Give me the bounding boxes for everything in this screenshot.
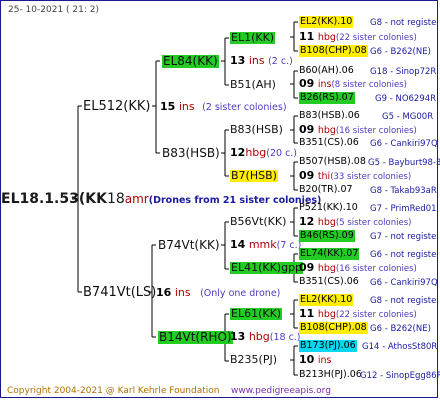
gen4-info-6: G5 - Bayburt98-3: [368, 158, 440, 168]
gen3-stat-0: 11 hbg(22 sister colonies): [299, 30, 417, 44]
gen3-stat-1: 09 ins(8 sister colonies): [299, 77, 407, 91]
connector-gen1-top: [152, 60, 160, 154]
gen2-node-1: B83(HSB): [162, 146, 220, 160]
gen4-info-12: G8 - not registe: [370, 296, 437, 306]
gen4-info-9: G7 - not registe: [370, 232, 437, 242]
gen4-node-7: B20(TR).07: [299, 184, 353, 195]
gen2-stat-3: 13 hbg(18 c.): [230, 330, 301, 344]
connector-gen3-3: [290, 115, 298, 144]
gen3-node-0: EL1(KK): [230, 31, 276, 44]
gen4-node-4: B83(HSB).06: [299, 110, 360, 121]
gen4-node-3: B26(RS).07: [299, 92, 355, 104]
gen4-info-10: G6 - not registe: [370, 250, 437, 260]
gen4-info-7: G8 - Takab93aR: [370, 186, 437, 196]
gen1-node-1: B741Vt(LS): [83, 285, 157, 300]
connector-gen2-b: [221, 129, 229, 177]
gen1-stat-0: 15 ins (2 sister colonies): [160, 100, 287, 114]
gen4-node-2: B60(AH).06: [299, 65, 354, 76]
gen4-info-1: G6 - B262(NE): [370, 47, 431, 57]
gen1-stat-1: 16 ins (Only one drone): [156, 286, 281, 300]
connector-gen2-c: [221, 221, 229, 270]
root-label: EL18.1.53(KK: [1, 191, 107, 207]
copyright: Copyright 2004-2021 @ Karl Kehrle Founda…: [7, 386, 220, 396]
pedigree-diagram: 25- 10-2021 ( 21: 2) EL18.1.53(KK18amr(D…: [0, 0, 440, 400]
gen2-node-3: B14Vt(RHO): [158, 330, 233, 344]
gen1-node-0: EL512(KK): [83, 99, 151, 114]
gen3-node-3: B7(HSB): [230, 169, 278, 182]
gen2-stat-0: 13 ins (2 c.): [230, 54, 293, 68]
root-node: EL18.1.53(KK18amr(Drones from 21 sister …: [1, 191, 321, 209]
date-header: 25- 10-2021 ( 21: 2): [8, 5, 99, 15]
gen2-stat-2: 14 mmk(7 c.): [230, 238, 302, 252]
root-info: (Drones from 21 sister colonies): [148, 195, 322, 206]
gen3-node-1: B51(AH): [230, 78, 276, 91]
connector-gen2-a: [221, 37, 229, 86]
gen2-stat-1: 12hbg(20 c.): [230, 146, 298, 160]
gen3-stat-2: 09 hbg(16 sister colonies): [299, 123, 417, 137]
gen3-node-2: B83(HSB): [230, 123, 283, 136]
gen4-node-14: B173(PJ).06: [299, 340, 357, 352]
gen3-stat-6: 11 hbg(22 sister colonies): [299, 307, 417, 321]
gen4-node-10: EL74(KK).07: [299, 248, 360, 260]
connector-gen3-1: [290, 21, 298, 52]
gen4-info-4: G5 - MG00R: [382, 112, 434, 122]
gen4-node-12: EL2(KK).10: [299, 294, 354, 306]
connector-gen3-8: [290, 345, 298, 376]
gen3-stat-7: 10 ins: [299, 353, 332, 367]
connector-gen3-4: [290, 161, 298, 191]
gen4-info-14: G14 - AthosSt80R: [362, 342, 438, 352]
gen4-info-5: G6 - Cankiri97Q: [370, 139, 438, 149]
gen3-node-4: B56Vt(KK): [230, 215, 287, 228]
gen4-node-6: B507(HSB).08: [299, 156, 366, 167]
gen3-node-6: EL61(KK): [230, 307, 283, 320]
gen4-node-8: P521(KK).10: [299, 202, 358, 213]
gen3-node-7: B235(PJ): [230, 353, 278, 366]
gen4-node-11: B351(CS).06: [299, 276, 359, 287]
connector-gen3-2: [290, 70, 298, 99]
gen3-stat-4: 12 hbg(5 sister colonies): [299, 215, 412, 229]
gen4-info-3: G9 - NO6294R: [375, 94, 437, 104]
gen4-info-15: G12 - SinopEgg86R: [360, 371, 440, 381]
gen4-info-8: G7 - PrimRed01: [370, 204, 437, 214]
gen4-info-13: G6 - B262(NE): [370, 324, 431, 334]
gen4-node-15: B213H(PJ).06: [299, 369, 362, 380]
root-num: 18: [106, 191, 125, 207]
gen2-node-0: EL84(KK): [162, 54, 219, 68]
gen4-info-2: G18 - Sinop72R: [370, 67, 437, 77]
gen4-info-11: G6 - Cankiri97Q: [370, 278, 438, 288]
gen4-node-5: B351(CS).06: [299, 137, 359, 148]
gen3-stat-5: 09 hbg(16 sister colonies): [299, 261, 417, 275]
gen3-stat-3: 09 thi(33 sister colonies): [299, 169, 412, 183]
gen4-node-9: B46(RS).09: [299, 230, 355, 242]
root-sub: amr: [124, 192, 149, 206]
connector-gen3-7: [290, 299, 298, 329]
gen2-node-2: B74Vt(KK): [158, 238, 220, 252]
gen4-node-1: B108(CHP).08: [299, 45, 368, 57]
gen4-node-13: B108(CHP).08: [299, 322, 368, 334]
gen4-info-0: G8 - not registe: [370, 18, 437, 28]
gen3-node-5: EL41(KK)gpp: [230, 261, 304, 274]
site-url[interactable]: www.pedigreeapis.org: [231, 385, 331, 397]
connector-gen3-5: [290, 207, 298, 237]
gen4-node-0: EL2(KK).10: [299, 16, 354, 28]
